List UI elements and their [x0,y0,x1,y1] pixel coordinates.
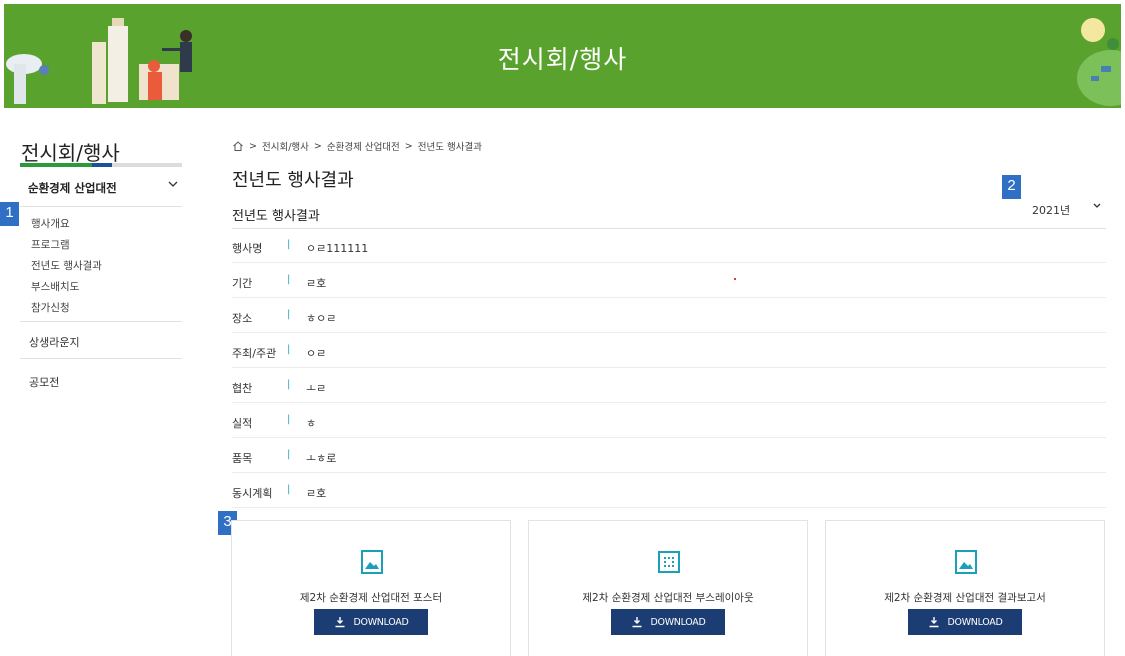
card-caption: 제2차 순환경제 산업대전 포스터 [299,592,443,604]
page-title: 전년도 행사결과 [232,170,354,191]
detail-label: 협찬 [232,382,253,395]
breadcrumb-item[interactable]: 전시회/행사 [262,139,309,153]
detail-separator: | [287,449,291,460]
detail-value: ㄹ호 [306,487,327,500]
sidebar-item-program[interactable]: 프로그램 [31,237,70,252]
detail-row: 품목 | ㅗㅎ로 [232,438,1106,473]
detail-label: 장소 [232,312,253,325]
breadcrumb-separator: > [313,140,322,152]
section-title: 전년도 행사결과 [232,209,320,224]
sidebar-item-lounge[interactable]: 상생라운지 [29,334,80,350]
detail-label: 동시계획 [232,487,273,500]
detail-row: 실적 | ㅎ [232,403,1106,438]
page-banner: 전시회/행사 [4,4,1121,108]
download-button[interactable]: DOWNLOAD [908,609,1022,635]
download-button-label: DOWNLOAD [650,616,706,628]
sidebar-title-underline [20,163,182,167]
sidebar-item-booth-layout[interactable]: 부스배치도 [31,279,79,294]
home-icon[interactable] [232,140,244,152]
breadcrumb-separator: > [249,140,257,152]
detail-value: ㄹ호 [306,277,327,290]
download-card-poster: 제2차 순환경제 산업대전 포스터 DOWNLOAD [231,520,511,656]
detail-label: 기간 [232,277,253,290]
banner-title: 전시회/행사 [497,45,628,74]
detail-value: ㅎㅇㄹ [306,312,337,325]
detail-separator: | [287,239,291,250]
detail-value: ㅇㄹ [306,347,327,360]
detail-value: ㅇㄹ111111 [306,242,369,255]
sidebar-section-expo[interactable]: 순환경제 산업대전 [28,180,182,196]
year-select-value: 2021년 [1032,204,1071,217]
detail-row: 기간 | ㄹ호 [232,263,1106,298]
download-icon [929,617,938,628]
chevron-down-icon [1092,201,1102,214]
detail-value: ㅗㄹ [306,382,327,395]
download-button[interactable]: DOWNLOAD [611,609,725,635]
sidebar-divider [20,358,182,359]
sidebar-item-prev-results[interactable]: 전년도 행사결과 [31,258,102,273]
detail-separator: | [287,344,291,355]
sidebar-divider [20,206,182,207]
download-icon [632,617,641,628]
sidebar-title: 전시회/행사 [21,141,120,165]
download-card-report: 제2차 순환경제 산업대전 결과보고서 DOWNLOAD [825,520,1105,656]
stray-dot [734,278,736,280]
detail-label: 품목 [232,452,253,465]
detail-label: 주최/주관 [232,347,277,360]
detail-label: 행사명 [232,242,263,255]
detail-row: 협찬 | ㅗㄹ [232,368,1106,403]
detail-row: 행사명 | ㅇㄹ111111 [232,228,1106,263]
download-button-label: DOWNLOAD [947,616,1003,628]
download-button[interactable]: DOWNLOAD [314,609,428,635]
detail-separator: | [287,309,291,320]
image-icon [955,550,977,574]
breadcrumb-item[interactable]: 순환경제 산업대전 [327,139,400,153]
year-select[interactable]: 2021년 [1020,201,1106,219]
detail-row: 장소 | ㅎㅇㄹ [232,298,1106,333]
detail-separator: | [287,274,291,285]
card-caption: 제2차 순환경제 산업대전 부스레이아웃 [582,592,754,604]
breadcrumb-item[interactable]: 전년도 행사결과 [418,139,482,153]
detail-row: 동시계획 | ㄹ호 [232,473,1106,508]
detail-label: 실적 [232,417,253,430]
download-card-booth-layout: 제2차 순환경제 산업대전 부스레이아웃 DOWNLOAD [528,520,808,656]
detail-separator: | [287,484,291,495]
annotation-marker-1: 1 [0,202,19,226]
sidebar: 전시회/행사 순환경제 산업대전 행사개요 프로그램 전년도 행사결과 부스배치… [0,108,200,656]
sidebar-divider [20,321,182,322]
sidebar-item-registration[interactable]: 참가신청 [31,300,70,315]
breadcrumb-separator: > [404,140,413,152]
image-icon [361,550,383,574]
sidebar-item-contest[interactable]: 공모전 [29,374,59,390]
detail-value: ㅗㅎ로 [306,452,337,465]
detail-separator: | [287,414,291,425]
grid-layout-icon [658,551,680,573]
detail-row: 주최/주관 | ㅇㄹ [232,333,1106,368]
globe-illustration [1077,18,1121,106]
chevron-down-icon[interactable] [168,178,178,192]
annotation-marker-2: 2 [1002,175,1021,199]
download-icon [335,617,344,628]
detail-separator: | [287,379,291,390]
sidebar-item-overview[interactable]: 행사개요 [31,216,70,231]
card-caption: 제2차 순환경제 산업대전 결과보고서 [884,592,1046,604]
breadcrumb: > 전시회/행사 > 순환경제 산업대전 > 전년도 행사결과 [232,139,482,153]
detail-value: ㅎ [306,417,317,430]
download-button-label: DOWNLOAD [353,616,409,628]
